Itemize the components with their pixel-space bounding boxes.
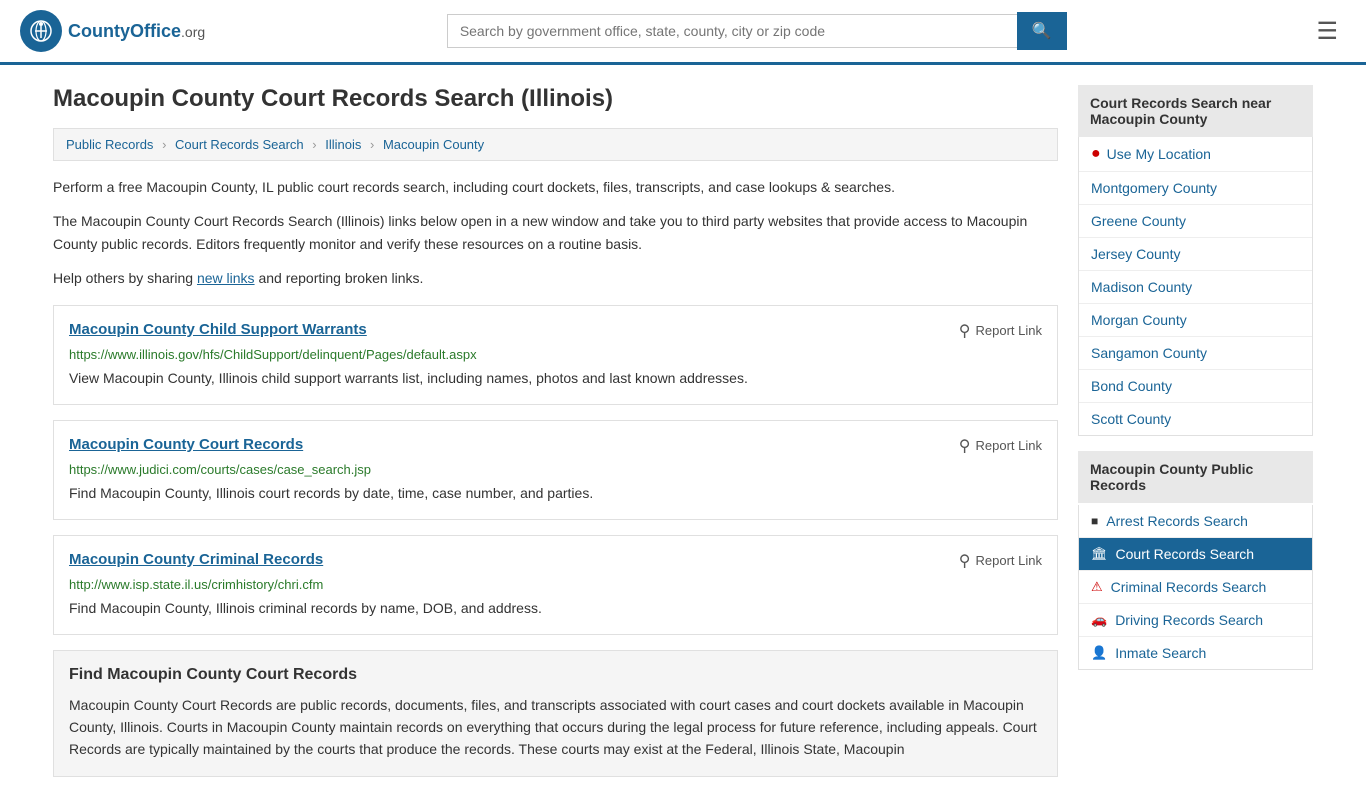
public-record-item-1: 🏛 Court Records Search: [1079, 538, 1312, 571]
nearby-county-link-2[interactable]: Jersey County: [1091, 246, 1180, 262]
hamburger-menu-button[interactable]: ☰: [1308, 13, 1346, 50]
report-link-0[interactable]: ⚲ Report Link: [959, 321, 1042, 341]
nearby-county-link-7[interactable]: Scott County: [1091, 411, 1171, 427]
nearby-county-link-5[interactable]: Sangamon County: [1091, 345, 1207, 361]
record-card-header-1: Macoupin County Court Records ⚲ Report L…: [69, 436, 1042, 456]
nearby-county-link-0[interactable]: Montgomery County: [1091, 180, 1217, 196]
public-record-link-1[interactable]: 🏛 Court Records Search: [1079, 538, 1312, 570]
left-panel: Macoupin County Court Records Search (Il…: [53, 85, 1058, 777]
record-desc-2: Find Macoupin County, Illinois criminal …: [69, 598, 1042, 619]
public-records-list: ■ Arrest Records Search 🏛 Court Records …: [1078, 505, 1313, 670]
record-cards: Macoupin County Child Support Warrants ⚲…: [53, 305, 1058, 635]
record-card-2: Macoupin County Criminal Records ⚲ Repor…: [53, 535, 1058, 635]
public-record-item-4: 👤 Inmate Search: [1079, 637, 1312, 669]
report-link-1[interactable]: ⚲ Report Link: [959, 436, 1042, 456]
record-title-2[interactable]: Macoupin County Criminal Records: [69, 551, 323, 568]
record-title-0[interactable]: Macoupin County Child Support Warrants: [69, 321, 367, 338]
breadcrumb-court-records[interactable]: Court Records Search: [175, 137, 304, 152]
record-title-1[interactable]: Macoupin County Court Records: [69, 436, 303, 453]
record-desc-0: View Macoupin County, Illinois child sup…: [69, 368, 1042, 389]
court-icon: 🏛: [1091, 546, 1108, 562]
nearby-county-link-4[interactable]: Morgan County: [1091, 312, 1187, 328]
arrest-icon: ■: [1091, 514, 1098, 528]
breadcrumb-public-records[interactable]: Public Records: [66, 137, 153, 152]
find-section-text: Macoupin County Court Records are public…: [69, 694, 1042, 761]
breadcrumb-sep-2: ›: [312, 137, 316, 152]
public-record-link-0[interactable]: ■ Arrest Records Search: [1079, 505, 1312, 537]
desc-para-1: Perform a free Macoupin County, IL publi…: [53, 176, 1058, 198]
desc-para-2: The Macoupin County Court Records Search…: [53, 210, 1058, 255]
logo-icon: [20, 10, 62, 52]
use-location-item: ● Use My Location: [1079, 137, 1312, 172]
record-card-header-2: Macoupin County Criminal Records ⚲ Repor…: [69, 551, 1042, 571]
record-card-0: Macoupin County Child Support Warrants ⚲…: [53, 305, 1058, 405]
report-icon-0: ⚲: [959, 321, 971, 341]
public-record-link-3[interactable]: 🚗 Driving Records Search: [1079, 604, 1312, 636]
breadcrumb-sep-1: ›: [162, 137, 166, 152]
record-card-header-0: Macoupin County Child Support Warrants ⚲…: [69, 321, 1042, 341]
record-url-1: https://www.judici.com/courts/cases/case…: [69, 462, 1042, 477]
find-section-title: Find Macoupin County Court Records: [69, 666, 1042, 684]
record-card-1: Macoupin County Court Records ⚲ Report L…: [53, 420, 1058, 520]
record-url-2: http://www.isp.state.il.us/crimhistory/c…: [69, 577, 1042, 592]
breadcrumb: Public Records › Court Records Search › …: [53, 128, 1058, 161]
record-desc-1: Find Macoupin County, Illinois court rec…: [69, 483, 1042, 504]
report-icon-2: ⚲: [959, 551, 971, 571]
page-title: Macoupin County Court Records Search (Il…: [53, 85, 1058, 113]
search-button[interactable]: 🔍: [1017, 12, 1067, 50]
report-link-2[interactable]: ⚲ Report Link: [959, 551, 1042, 571]
use-location-link[interactable]: Use My Location: [1107, 146, 1211, 162]
breadcrumb-macoupin[interactable]: Macoupin County: [383, 137, 484, 152]
nearby-county-4: Morgan County: [1079, 304, 1312, 337]
logo-area: CountyOffice.org: [20, 10, 205, 52]
public-record-link-4[interactable]: 👤 Inmate Search: [1079, 637, 1312, 669]
desc-para-3: Help others by sharing new links and rep…: [53, 267, 1058, 289]
sidebar-public-records-header: Macoupin County Public Records: [1078, 451, 1313, 503]
right-sidebar: Court Records Search near Macoupin Count…: [1078, 85, 1313, 777]
sidebar-nearby-section: Court Records Search near Macoupin Count…: [1078, 85, 1313, 436]
sidebar-nearby-header: Court Records Search near Macoupin Count…: [1078, 85, 1313, 137]
criminal-icon: ⚠: [1091, 579, 1103, 595]
new-links-link[interactable]: new links: [197, 270, 255, 286]
public-record-item-0: ■ Arrest Records Search: [1079, 505, 1312, 538]
nearby-county-link-6[interactable]: Bond County: [1091, 378, 1172, 394]
public-record-item-3: 🚗 Driving Records Search: [1079, 604, 1312, 637]
header: CountyOffice.org 🔍 ☰: [0, 0, 1366, 65]
public-record-item-2: ⚠ Criminal Records Search: [1079, 571, 1312, 604]
nearby-county-5: Sangamon County: [1079, 337, 1312, 370]
search-area: 🔍: [447, 12, 1067, 50]
nearby-county-link-1[interactable]: Greene County: [1091, 213, 1186, 229]
sidebar-nearby-list: ● Use My Location Montgomery County Gree…: [1078, 137, 1313, 436]
record-url-0: https://www.illinois.gov/hfs/ChildSuppor…: [69, 347, 1042, 362]
nearby-county-2: Jersey County: [1079, 238, 1312, 271]
search-input[interactable]: [447, 14, 1017, 48]
sidebar-public-records-section: Macoupin County Public Records ■ Arrest …: [1078, 451, 1313, 670]
nearby-county-link-3[interactable]: Madison County: [1091, 279, 1192, 295]
location-pin-icon: ●: [1091, 145, 1101, 163]
find-section: Find Macoupin County Court Records Macou…: [53, 650, 1058, 777]
inmate-icon: 👤: [1091, 645, 1107, 661]
description: Perform a free Macoupin County, IL publi…: [53, 176, 1058, 290]
report-icon-1: ⚲: [959, 436, 971, 456]
nearby-county-7: Scott County: [1079, 403, 1312, 435]
nearby-county-3: Madison County: [1079, 271, 1312, 304]
nearby-county-1: Greene County: [1079, 205, 1312, 238]
driving-icon: 🚗: [1091, 612, 1107, 628]
logo-text: CountyOffice.org: [68, 21, 205, 42]
breadcrumb-sep-3: ›: [370, 137, 374, 152]
breadcrumb-illinois[interactable]: Illinois: [325, 137, 361, 152]
main-content: Macoupin County Court Records Search (Il…: [33, 65, 1333, 797]
nearby-county-0: Montgomery County: [1079, 172, 1312, 205]
public-record-link-2[interactable]: ⚠ Criminal Records Search: [1079, 571, 1312, 603]
nearby-county-6: Bond County: [1079, 370, 1312, 403]
